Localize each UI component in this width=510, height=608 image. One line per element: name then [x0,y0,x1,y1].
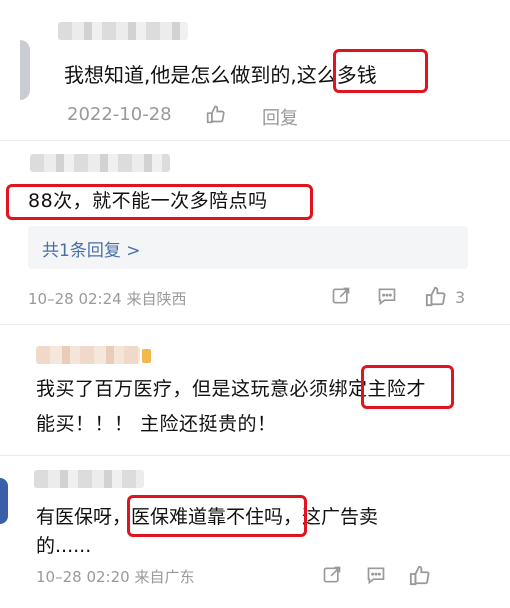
highlight-box [127,495,307,537]
divider [0,324,510,325]
username-blurred[interactable] [36,346,140,364]
thumbs-up-icon[interactable] [424,284,448,308]
highlight-box [333,49,428,93]
comment-date: 2022-10-28 [67,104,172,125]
comment-meta: 10–28 02:20 来自广东 [36,568,195,586]
highlight-box [6,184,313,220]
comment-icon[interactable] [376,285,398,307]
username-blurred[interactable] [34,470,144,488]
username-blurred[interactable] [58,22,188,40]
divider [0,140,510,141]
comment-text: 我想知道,他是怎么做到的,这么多钱 [64,63,377,87]
avatar[interactable] [20,40,30,100]
comment-text-cont: 能买！！！ 主险还挺贵的！ [36,413,277,435]
share-icon[interactable] [321,564,343,586]
replies-link[interactable]: 共1条回复 > [42,236,140,261]
username-blurred[interactable] [30,154,170,172]
like-count: 3 [455,288,466,307]
thumbs-up-icon[interactable] [408,563,432,587]
reply-button[interactable]: 回复 [262,104,298,130]
comment-text-cont: 的...... [36,535,92,557]
replies-panel[interactable]: 共1条回复 > [28,226,468,269]
comment-icon[interactable] [365,564,387,586]
thumbs-up-icon[interactable] [205,103,227,125]
divider [0,455,510,456]
share-icon[interactable] [330,285,352,307]
comment-meta: 10–28 02:24 来自陕西 [28,290,187,308]
avatar[interactable] [0,478,8,524]
level-badge-icon [142,349,151,363]
highlight-box [361,365,454,409]
